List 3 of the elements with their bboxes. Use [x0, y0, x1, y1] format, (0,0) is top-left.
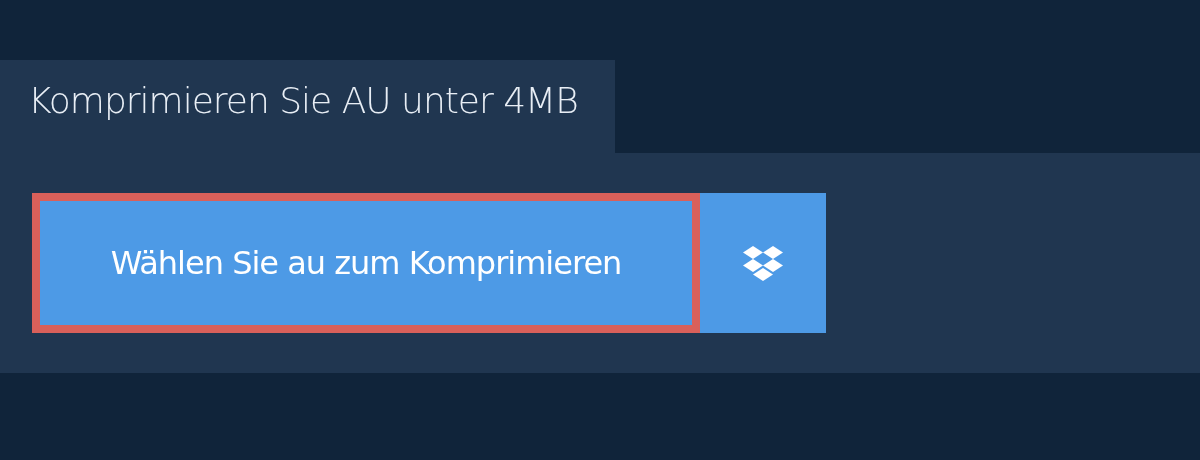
choose-file-button[interactable]: Wählen Sie au zum Komprimieren — [32, 193, 700, 333]
cloud-button[interactable] — [700, 193, 826, 333]
dropbox-icon — [742, 245, 784, 281]
